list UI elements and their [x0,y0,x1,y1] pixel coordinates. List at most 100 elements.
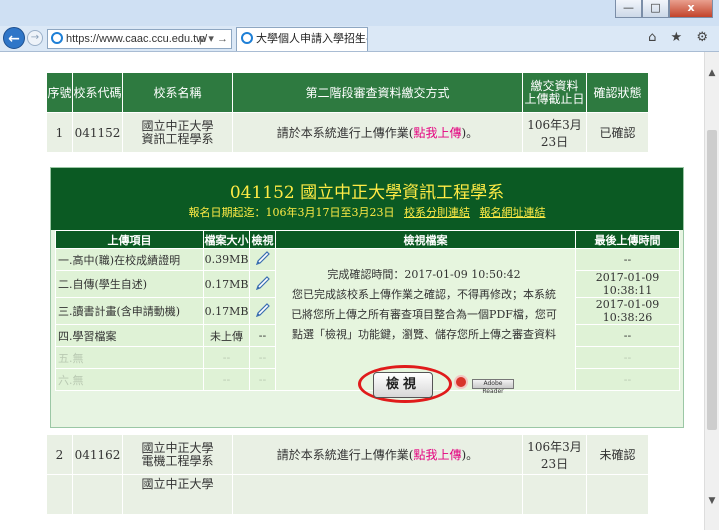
row-method: 請於本系統進行上傳作業(點我上傳)。 [232,112,523,153]
item-size: 0.39MB [203,248,250,271]
item-view: -- [249,368,276,391]
tab-title: 大學個人申請入學招生-第... [256,33,368,45]
col-header-viewfile: 檢視檔案 [275,230,576,249]
table-row: 2 041162 國立中正大學 電機工程學系 請於本系統進行上傳作業(點我上傳)… [46,434,649,475]
item-size: 未上傳 [203,324,250,347]
pencil-view-icon[interactable] [254,301,272,319]
item-view[interactable] [249,270,276,298]
row-name: 國立中正大學 電機工程學系 [122,434,233,475]
message-line: 點選「檢視」功能鍵，瀏覽、儲存您所上傳之審查資料 [292,328,556,341]
method-suffix: )。 [461,448,479,462]
adobe-reader-icon[interactable] [454,375,468,389]
address-text: https://www.caac.ccu.edu.tw/ [66,33,208,45]
row-deadline: 106年3月23日 [522,112,587,153]
upload-items-table: 上傳項目 檔案大小 檢視 檢視檔案 最後上傳時間 一.高中(職)在校成績證明 0… [55,230,680,403]
department-rules-link[interactable]: 校系分則連結 [404,206,470,219]
scroll-up-icon[interactable]: ▲ [705,68,719,84]
col-header-item: 上傳項目 [55,230,204,249]
status-badge: 未確認 [586,434,649,475]
registration-dates: 報名日期起迄：106年3月17日至3月23日 [188,206,395,219]
table-row: 國立中正大學 [46,474,649,515]
item-size: 0.17MB [203,297,250,325]
row-no: 1 [46,112,73,153]
highlight-circle: 檢視 [358,365,452,403]
pencil-view-icon[interactable] [254,274,272,292]
close-window-button[interactable]: x [669,0,713,18]
col-header-view: 檢視 [249,230,276,249]
tab-close-icon[interactable]: × [355,28,361,50]
ie-logo-icon [51,32,63,44]
panel-dates: 報名日期起迄：106年3月17日至3月23日 校系分則連結 報名網址連結 [51,204,683,220]
table-row: 1 041152 國立中正大學 資訊工程學系 請於本系統進行上傳作業(點我上傳)… [46,112,649,153]
method-prefix: 請於本系統進行上傳作業( [276,448,414,462]
upload-link[interactable]: 點我上傳 [413,448,461,462]
message-line: 您已完成該校系上傳作業之確認，不得再修改；本系統 [292,288,556,301]
address-controls[interactable]: ρ ▾ → [199,30,228,48]
item-time: -- [575,248,680,271]
item-name: 六.無 [55,368,204,391]
window-controls: — □ x [615,0,713,18]
col-header-deadline: 繳交資料 上傳截止日 [522,72,587,113]
item-view[interactable] [249,297,276,325]
upload-header-row: 上傳項目 檔案大小 檢視 檢視檔案 最後上傳時間 [55,230,680,249]
forward-button[interactable]: → [27,30,43,46]
item-view: -- [249,346,276,369]
adobe-reader-badge[interactable]: Adobe Reader [472,379,514,395]
panel-header: 041152 國立中正大學資訊工程學系 報名日期起迄：106年3月17日至3月2… [51,168,683,230]
window-titlebar: — □ x [0,0,719,26]
col-header-size: 檔案大小 [203,230,250,249]
item-name: 五.無 [55,346,204,369]
item-time: 2017-01-09 10:38:11 [575,270,680,298]
application-list-table-continued: 2 041162 國立中正大學 電機工程學系 請於本系統進行上傳作業(點我上傳)… [46,434,649,515]
scroll-down-icon[interactable]: ▼ [705,496,719,512]
message-line: 已將您所上傳之所有審查項目整合為一個PDF檔，您可 [291,308,557,321]
col-header-method: 第二階段審查資料繳交方式 [232,72,523,113]
view-pdf-button[interactable]: 檢視 [373,372,433,398]
back-button[interactable]: ← [3,27,25,49]
item-name: 四.學習檔案 [55,324,204,347]
view-file-cell: 完成確認時間：2017-01-09 10:50:42 您已完成該校系上傳作業之確… [275,248,576,403]
item-name: 三.讀書計畫(含申請動機) [55,297,204,325]
col-header-code: 校系代碼 [72,72,123,113]
col-header-status: 確認狀態 [586,72,649,113]
browser-navbar: ← → https://www.caac.ccu.edu.tw/ ρ ▾ → 大… [0,26,719,52]
address-bar[interactable]: https://www.caac.ccu.edu.tw/ ρ ▾ → [47,29,232,49]
method-prefix: 請於本系統進行上傳作業( [276,126,414,140]
view-message: 完成確認時間：2017-01-09 10:50:42 您已完成該校系上傳作業之確… [284,265,564,345]
item-name: 二.自傳(學生自述) [55,270,204,298]
col-header-no: 序號 [46,72,73,113]
upload-link[interactable]: 點我上傳 [413,126,461,140]
minimize-button[interactable]: — [615,0,642,18]
maximize-button[interactable]: □ [642,0,669,18]
ie-logo-icon [241,32,253,44]
list-header-row: 序號 校系代碼 校系名稱 第二階段審查資料繳交方式 繳交資料 上傳截止日 確認狀… [46,72,649,113]
row-name: 國立中正大學 資訊工程學系 [122,112,233,153]
table-row: 一.高中(職)在校成績證明 0.39MB 完成確認時間：2017-01-09 1… [55,248,680,403]
page-viewport: 序號 校系代碼 校系名稱 第二階段審查資料繳交方式 繳交資料 上傳截止日 確認狀… [0,52,704,530]
registration-site-link[interactable]: 報名網址連結 [480,206,546,219]
browser-tab[interactable]: 大學個人申請入學招生-第... × [236,27,368,51]
vertical-scrollbar[interactable]: ▲ ▼ [704,52,719,530]
row-code: 041162 [72,434,123,475]
item-time: -- [575,324,680,347]
item-size: -- [203,346,250,369]
item-size: -- [203,368,250,391]
application-list-table: 序號 校系代碼 校系名稱 第二階段審查資料繳交方式 繳交資料 上傳截止日 確認狀… [46,72,649,153]
item-time: -- [575,346,680,369]
item-view: -- [249,324,276,347]
col-header-lasttime: 最後上傳時間 [575,230,680,249]
status-badge: 已確認 [586,112,649,153]
row-name: 國立中正大學 [122,474,233,515]
item-view[interactable] [249,248,276,271]
row-deadline: 106年3月23日 [522,434,587,475]
item-time: -- [575,368,680,391]
panel-title: 041152 國立中正大學資訊工程學系 [229,183,505,203]
upload-detail-panel: 041152 國立中正大學資訊工程學系 報名日期起迄：106年3月17日至3月2… [50,167,684,428]
scrollbar-thumb[interactable] [707,130,717,430]
row-code: 041152 [72,112,123,153]
pencil-view-icon[interactable] [254,249,272,267]
confirm-time: 完成確認時間：2017-01-09 10:50:42 [327,268,521,281]
toolbar-icons[interactable]: ⌂ ★ ⚙ [648,30,713,45]
item-size: 0.17MB [203,270,250,298]
row-method: 請於本系統進行上傳作業(點我上傳)。 [232,434,523,475]
